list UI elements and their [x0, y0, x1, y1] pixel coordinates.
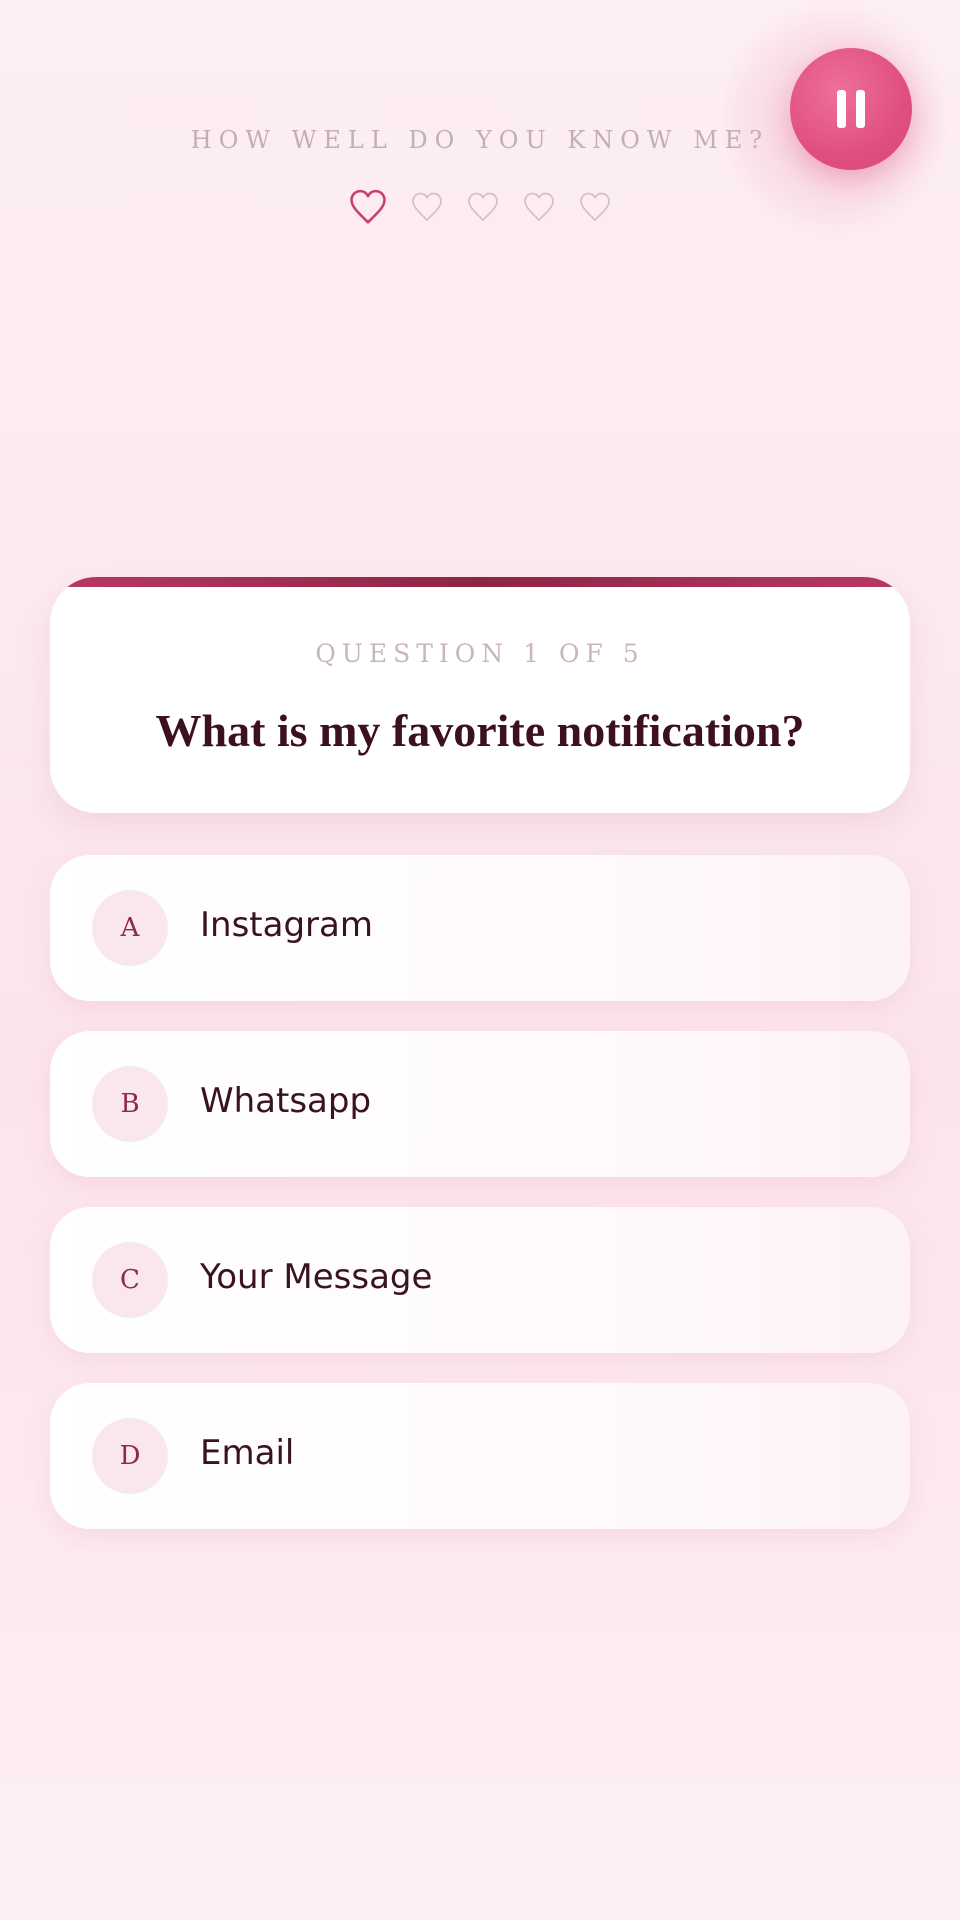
pause-icon: [837, 90, 846, 128]
option-a[interactable]: A Instagram: [50, 855, 910, 1001]
quiz-screen: HOW WELL DO YOU KNOW ME? QUESTION 1 OF 5…: [0, 0, 960, 1920]
pause-icon-bar: [856, 90, 865, 128]
option-c[interactable]: C Your Message: [50, 1207, 910, 1353]
quiz-title: HOW WELL DO YOU KNOW ME?: [190, 126, 770, 154]
option-label: Email: [200, 1433, 295, 1473]
option-letter-badge: C: [92, 1242, 168, 1318]
option-letter-badge: B: [92, 1066, 168, 1142]
question-counter: QUESTION 1 OF 5: [315, 639, 645, 668]
question-card-accent-bar: [50, 577, 910, 587]
option-label: Instagram: [200, 905, 373, 945]
option-label: Whatsapp: [200, 1081, 372, 1121]
heart-icon: [580, 192, 610, 221]
option-d[interactable]: D Email: [50, 1383, 910, 1529]
heart-icon-active: [350, 189, 386, 224]
progress-hearts: [0, 189, 960, 227]
heart-icon: [524, 192, 554, 221]
heart-icon: [468, 192, 498, 221]
option-b[interactable]: B Whatsapp: [50, 1031, 910, 1177]
question-card: QUESTION 1 OF 5 What is my favorite noti…: [50, 577, 910, 813]
option-label: Your Message: [200, 1257, 433, 1297]
question-text: What is my favorite notification?: [155, 705, 805, 756]
option-letter-badge: D: [92, 1418, 168, 1494]
option-letter-badge: A: [92, 890, 168, 966]
heart-icon: [412, 192, 442, 221]
